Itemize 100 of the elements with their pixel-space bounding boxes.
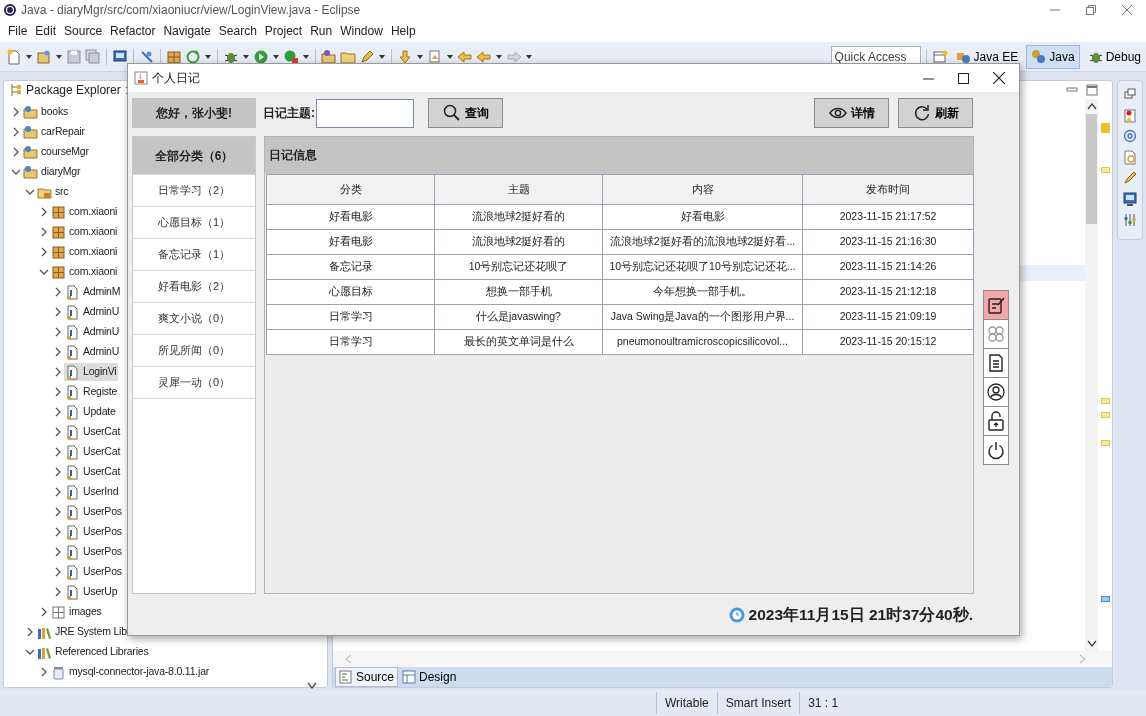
pencil-icon[interactable] [1123, 171, 1137, 186]
menu-item[interactable]: Source [60, 22, 107, 40]
tree-item[interactable]: AdminM [64, 283, 123, 301]
menu-item[interactable]: Refactor [106, 22, 160, 40]
tree-item[interactable]: UserCat [64, 463, 123, 481]
category-item[interactable]: 全部分类（6） [133, 137, 255, 175]
tree-item[interactable]: com.xiaoni [50, 243, 120, 261]
dialog-button[interactable]: 刷新 [898, 98, 973, 128]
open-perspective-icon[interactable] [931, 48, 948, 65]
column-header[interactable]: 发布时间 [802, 174, 974, 205]
side-button[interactable] [983, 377, 1009, 407]
tree-item[interactable]: mysql-connector-java-8.0.11.jar [50, 663, 212, 681]
scrollbar[interactable] [1085, 99, 1098, 651]
chevron-down-icon[interactable] [307, 682, 317, 690]
scroll-thumb[interactable] [1086, 114, 1097, 224]
side-button[interactable] [983, 406, 1009, 436]
caret-icon[interactable] [25, 52, 33, 61]
tree-item[interactable]: UserCat [64, 443, 123, 461]
annotation-marker[interactable] [1100, 596, 1110, 602]
clock-icon [728, 606, 745, 623]
side-button[interactable] [983, 348, 1009, 378]
at-icon[interactable] [1123, 129, 1137, 144]
tree-item[interactable]: com.xiaoni [50, 223, 120, 241]
annotation-marker[interactable] [1100, 123, 1110, 133]
menu-item[interactable]: Run [306, 22, 337, 40]
run-config-icon[interactable] [283, 48, 299, 65]
status-text: 31 : 1 [799, 692, 847, 714]
chevron-up-icon[interactable] [1086, 103, 1097, 110]
tree-item[interactable]: carRepair [22, 123, 87, 141]
task-icon[interactable] [1123, 108, 1137, 123]
perspective-button[interactable]: Java [1026, 44, 1080, 69]
tree-item[interactable]: LoginVi [64, 363, 119, 381]
menu-item[interactable]: Window [336, 22, 387, 40]
tree-item[interactable]: UserPos [64, 543, 124, 561]
tree-item[interactable]: UserUp [64, 583, 120, 601]
column-header[interactable]: 主题 [434, 174, 603, 205]
tree-item[interactable]: courseMgr [22, 143, 91, 161]
caret-icon[interactable] [446, 52, 454, 61]
tree-item[interactable]: JRE System Lib [36, 623, 129, 641]
tree-item[interactable]: AdminU [64, 343, 122, 361]
open-type-icon[interactable] [321, 48, 337, 65]
column-header[interactable]: 分类 [266, 174, 435, 205]
side-button[interactable] [983, 435, 1009, 465]
caret-icon[interactable] [495, 52, 503, 61]
tree-item[interactable]: com.xiaoni [50, 203, 120, 221]
perspective-button[interactable]: Java EE [950, 44, 1024, 69]
tree-item[interactable]: books [22, 103, 71, 121]
restore-icon[interactable] [1123, 87, 1137, 102]
monitor-icon[interactable] [1123, 192, 1137, 207]
chevron-down-icon[interactable] [1086, 640, 1097, 647]
caret-icon[interactable] [272, 52, 280, 61]
tree-item[interactable]: AdminU [64, 323, 122, 341]
tree-item[interactable]: Update [64, 403, 118, 421]
search-field[interactable] [316, 98, 414, 128]
maximize-icon[interactable] [958, 72, 969, 84]
annotation-marker[interactable] [1100, 440, 1110, 446]
perspective-button[interactable]: Debug [1082, 44, 1146, 69]
pencil-icon[interactable] [359, 48, 375, 65]
tree-item[interactable]: com.xiaoni [50, 263, 120, 281]
tree-item[interactable]: images [50, 603, 104, 621]
tree-item[interactable]: AdminU [64, 303, 122, 321]
menu-item[interactable]: Navigate [159, 22, 215, 40]
menu-item[interactable]: Help [386, 22, 420, 40]
tree-item[interactable]: diaryMgr [22, 163, 83, 181]
tree-item[interactable]: UserCat [64, 423, 123, 441]
page-search-icon[interactable] [1123, 150, 1137, 165]
refresh-icon[interactable] [185, 48, 201, 65]
editor-tab[interactable]: Source [335, 667, 399, 687]
caret-icon[interactable] [55, 52, 63, 61]
dialog-button[interactable]: 详情 [814, 98, 889, 128]
caret-icon[interactable] [378, 52, 386, 61]
package-icon[interactable] [166, 48, 182, 65]
column-header[interactable]: 内容 [602, 174, 803, 205]
tree-item[interactable]: Registe [64, 383, 120, 401]
caret-icon[interactable] [416, 52, 424, 61]
tree-item[interactable]: src [36, 183, 71, 201]
menu-item[interactable]: File [4, 22, 32, 40]
menu-item[interactable]: Search [214, 22, 261, 40]
caret-icon[interactable] [302, 52, 310, 61]
editor-tab[interactable]: Design [398, 667, 461, 687]
tree-item[interactable]: UserInd [64, 483, 121, 501]
tree-item[interactable]: UserPos [64, 523, 124, 541]
annotation-marker[interactable] [1100, 167, 1110, 173]
tree-item[interactable]: UserPos [64, 503, 124, 521]
restore-icon[interactable] [1086, 5, 1096, 15]
annotation-marker[interactable] [1100, 412, 1110, 418]
annotation-marker[interactable] [1100, 398, 1110, 404]
dialog-button[interactable]: 查询 [428, 98, 503, 128]
caret-icon[interactable] [204, 52, 212, 61]
menu-item[interactable]: Project [260, 22, 307, 40]
menu-item[interactable]: Edit [31, 22, 61, 40]
close-icon[interactable] [993, 72, 1005, 84]
sliders-icon[interactable] [1123, 213, 1137, 228]
minimize-icon[interactable] [1066, 85, 1078, 95]
monitor-icon[interactable] [112, 48, 128, 65]
caret-icon[interactable] [242, 52, 250, 61]
tree-item[interactable]: UserPos [64, 563, 124, 581]
caret-icon[interactable] [525, 52, 533, 61]
tree-item[interactable]: Referenced Libraries [36, 643, 151, 661]
run-icon[interactable] [253, 48, 269, 65]
